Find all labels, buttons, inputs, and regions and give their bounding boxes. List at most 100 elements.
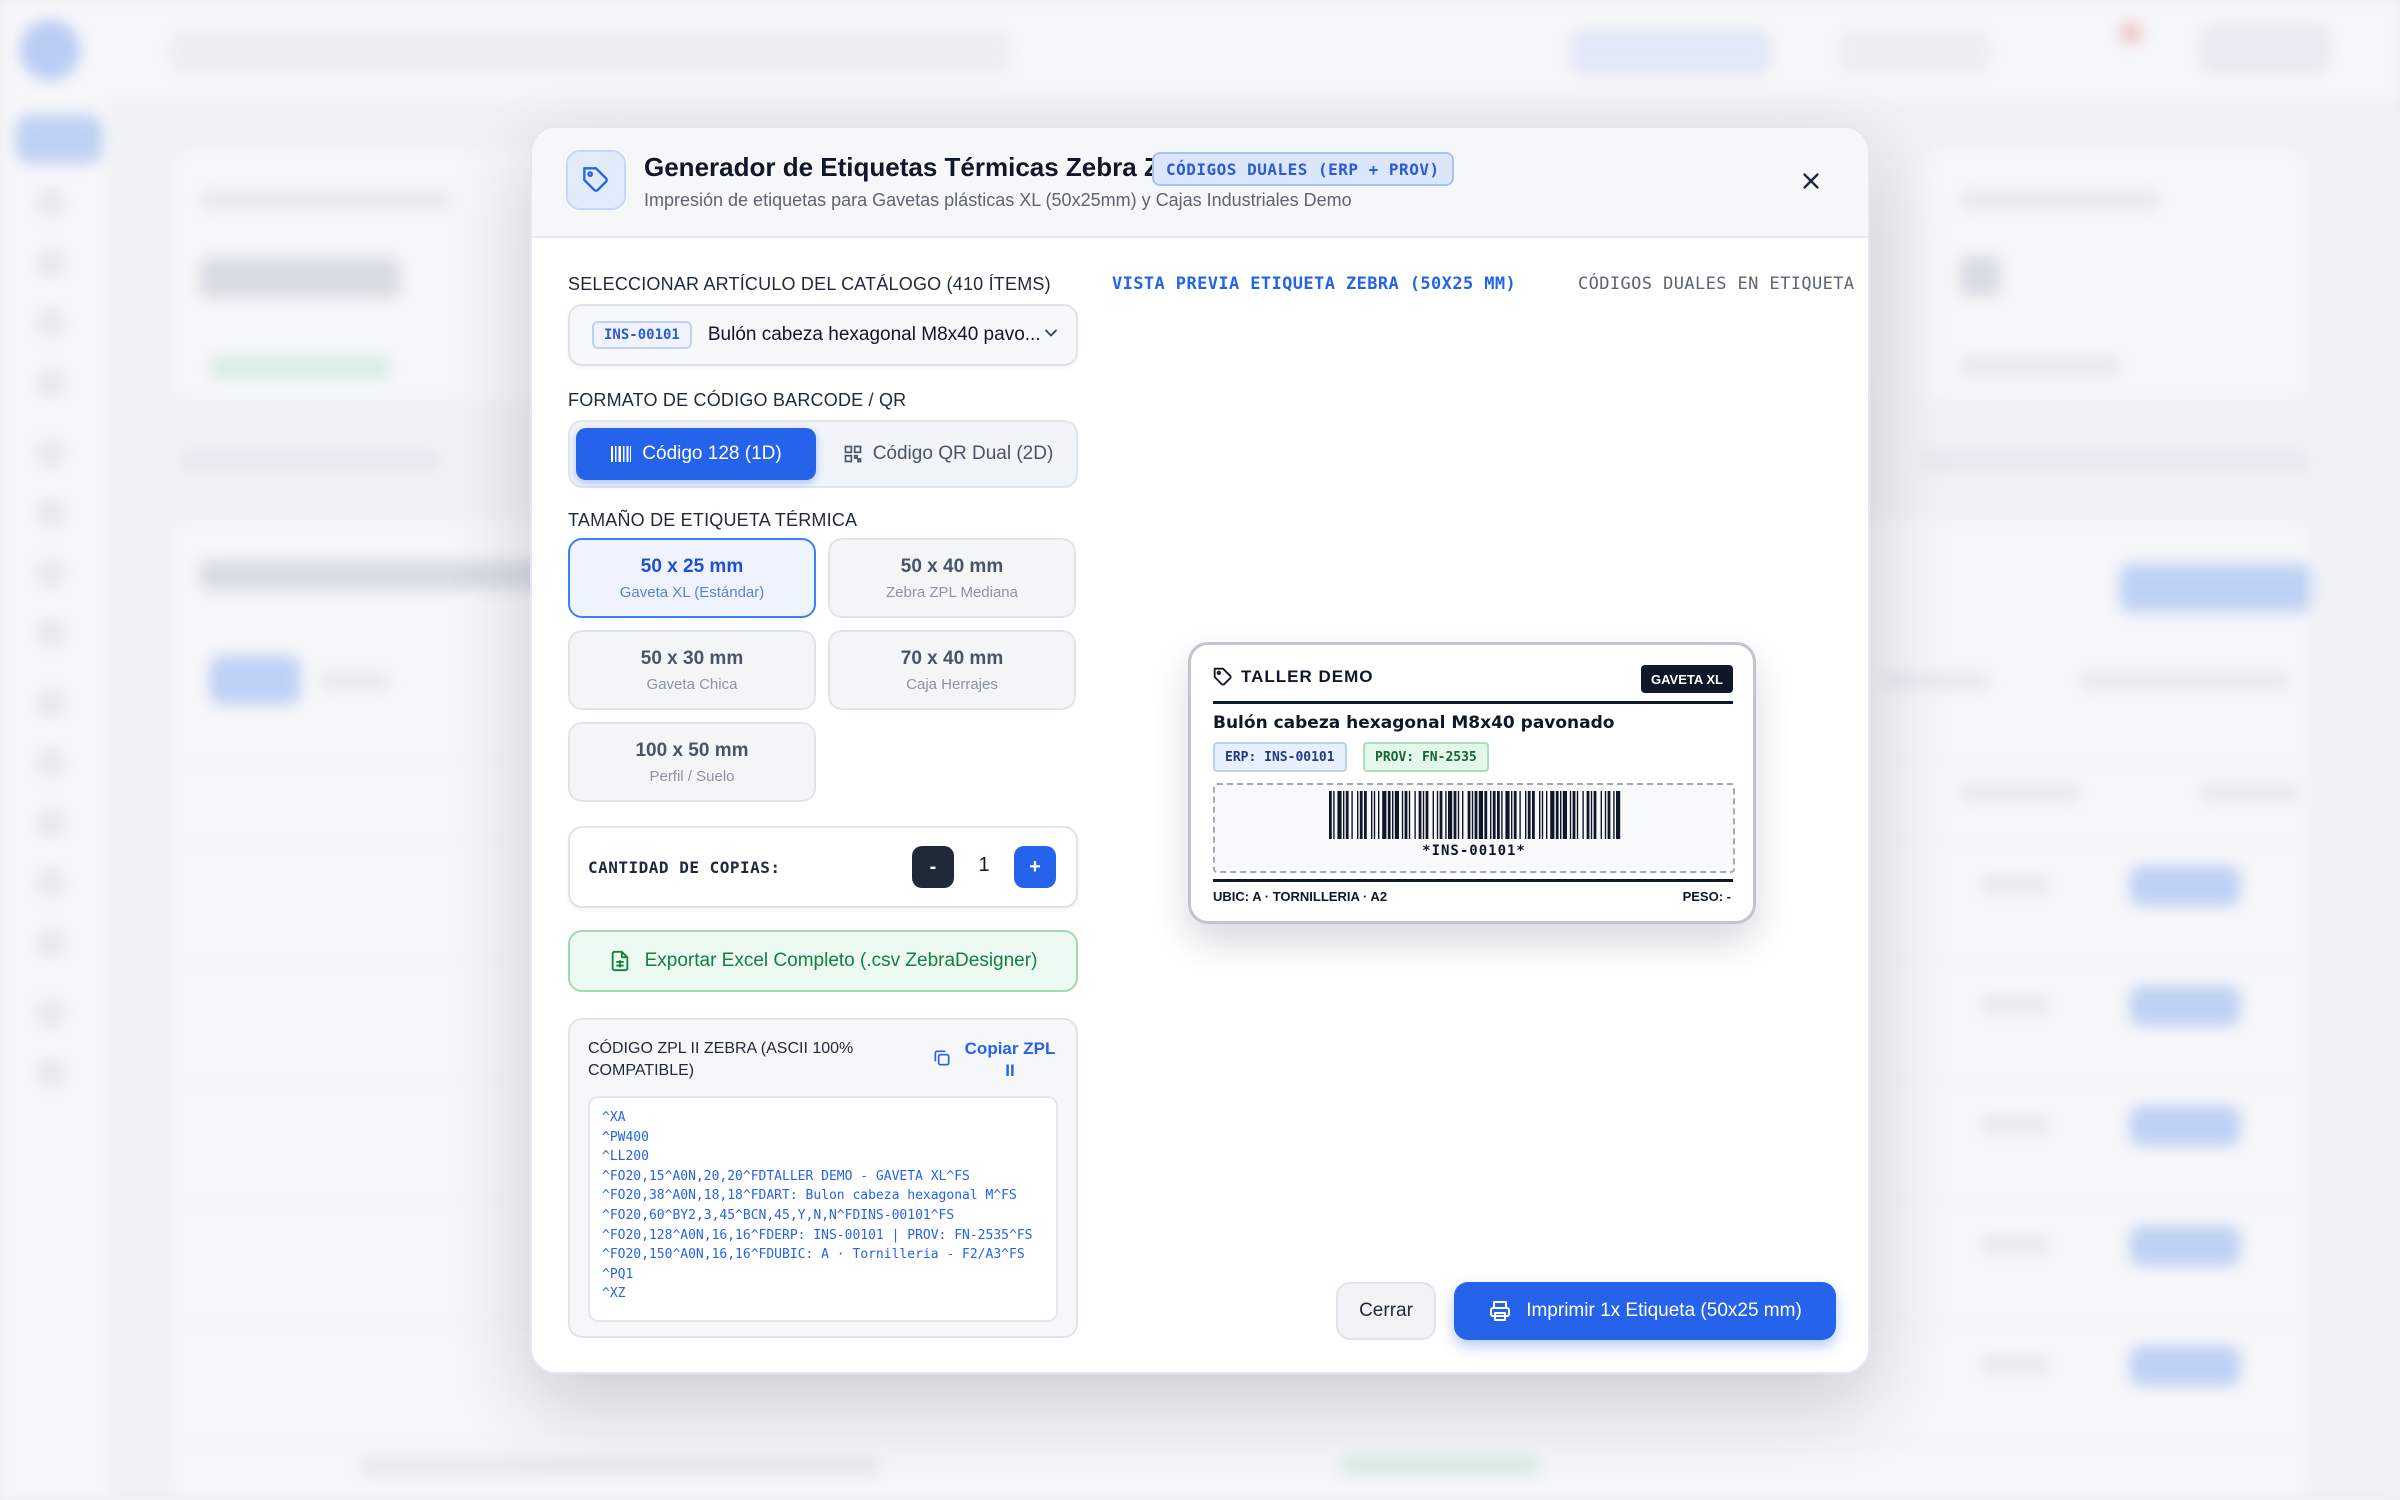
barcode-bar (1418, 791, 1422, 839)
format-option-label: Código QR Dual (2D) (872, 443, 1054, 464)
size-option-100x50[interactable]: 100 x 50 mm Perfil / Suelo (568, 722, 816, 802)
decrement-button[interactable]: - (912, 846, 954, 888)
label-divider (1213, 879, 1733, 882)
modal-title: Generador de Etiquetas Térmicas Zebra ZP… (644, 152, 1215, 182)
increment-button[interactable]: + (1014, 846, 1056, 888)
size-option-50x40[interactable]: 50 x 40 mm Zebra ZPL Mediana (828, 538, 1076, 618)
barcode-bar (1607, 791, 1611, 839)
format-option-code128[interactable]: Código 128 (1D) (576, 428, 816, 480)
barcode-bar (1364, 791, 1367, 839)
barcode-bar (1532, 791, 1535, 839)
zpl-line: ^PQ1 (602, 1266, 634, 1282)
export-label: Exportar Excel Completo (.csv ZebraDesig… (644, 950, 1038, 971)
barcode-bar (1513, 791, 1517, 839)
catalog-label: SELECCIONAR ARTÍCULO DEL CATÁLOGO (410 Í… (568, 274, 1051, 294)
label-barcode-area: *INS-00101* (1213, 783, 1735, 873)
print-button[interactable]: Imprimir 1x Etiqueta (50x25 mm) (1454, 1282, 1836, 1340)
barcode-bar (1572, 791, 1576, 839)
barcode-bar (1422, 791, 1425, 839)
size-option-sub: Gaveta XL (Estándar) (619, 583, 765, 601)
barcode-bar (1462, 791, 1464, 839)
barcode-bar (1337, 791, 1342, 839)
barcode-bar (1382, 791, 1387, 839)
barcode-bar (1357, 791, 1359, 839)
size-option-main: 70 x 40 mm (900, 647, 1004, 669)
zpl-code-textarea[interactable]: ^XA ^PW400 ^LL200 ^FO20,15^A0N,20,20^FDT… (588, 1096, 1058, 1322)
barcode-bar (1519, 791, 1521, 839)
barcode-bar (1359, 791, 1363, 839)
selected-item-name: Bulón cabeza hexagonal M8x40 pavo... (707, 324, 1041, 345)
zpl-line: ^FO20,38^A0N,18,18^FDART: Bulon cabeza h… (602, 1188, 1017, 1204)
barcode-bar (1546, 791, 1548, 839)
barcode-bar (1560, 791, 1562, 839)
barcode-bar (1539, 791, 1541, 839)
barcode-bar (1616, 791, 1621, 839)
barcode-bar (1436, 791, 1439, 839)
size-option-main: 50 x 25 mm (640, 555, 744, 577)
zpl-code-panel: CÓDIGO ZPL II ZEBRA (ASCII 100% COMPATIB… (568, 1018, 1078, 1338)
barcode-bar (1445, 791, 1447, 839)
format-option-qr[interactable]: Código QR Dual (2D) (826, 428, 1070, 480)
label-weight: PESO: - (1682, 889, 1731, 904)
barcode-bar (1478, 791, 1483, 839)
barcode-bar (1329, 791, 1332, 839)
barcode-bar (1474, 791, 1478, 839)
qr-code-icon (843, 444, 863, 464)
barcode-bar (1351, 791, 1353, 839)
zpl-line: ^XZ (602, 1286, 626, 1302)
barcode-bar (1343, 791, 1345, 839)
zpl-line: ^FO20,60^BY2,3,45^BCN,45,Y,N,N^FDINS-001… (602, 1207, 955, 1223)
tag-icon (566, 150, 626, 210)
copies-stepper: CANTIDAD DE COPIAS: - 1 + (568, 826, 1078, 908)
barcode-bar (1453, 791, 1457, 839)
format-toggle: Código 128 (1D) Código QR Dual (2D) (568, 420, 1078, 488)
barcode-bar (1432, 791, 1434, 839)
barcode-bar (1333, 791, 1335, 839)
spreadsheet-icon (609, 950, 631, 972)
barcode-bar (1387, 791, 1391, 839)
size-option-70x40[interactable]: 70 x 40 mm Caja Herrajes (828, 630, 1076, 710)
format-label: FORMATO DE CÓDIGO BARCODE / QR (568, 390, 907, 410)
barcode-bar (1569, 791, 1572, 839)
size-option-main: 50 x 30 mm (640, 647, 744, 669)
label-brand: TALLER DEMO (1213, 667, 1374, 687)
barcode-bar (1541, 791, 1544, 839)
tag-icon (1213, 667, 1233, 687)
barcode-bar (1439, 791, 1443, 839)
copy-icon (932, 1048, 952, 1068)
barcode-bar (1371, 791, 1373, 839)
barcode-bar (1501, 791, 1503, 839)
barcode-bar (1448, 791, 1453, 839)
zpl-line: ^LL200 (602, 1149, 649, 1165)
barcode-bar (1471, 791, 1474, 839)
size-option-main: 100 x 50 mm (635, 739, 749, 761)
barcode-bar (1562, 791, 1567, 839)
copy-zpl-button[interactable]: Copiar ZPL II (932, 1038, 1056, 1082)
dual-codes-badge: CÓDIGOS DUALES (ERP + PROV) (1152, 152, 1454, 186)
barcode-bar (1484, 791, 1488, 839)
size-option-sub: Perfil / Suelo (649, 767, 735, 785)
barcode-bar (1345, 791, 1349, 839)
barcode-bar (1490, 791, 1492, 839)
preview-dual-label: CÓDIGOS DUALES EN ETIQUETA (1578, 274, 1855, 294)
copies-label: CANTIDAD DE COPIAS: (588, 858, 781, 877)
barcode-bar (1600, 791, 1602, 839)
barcode-bar (1492, 791, 1496, 839)
barcode-bar (1404, 791, 1408, 839)
barcode-bar (1414, 791, 1416, 839)
size-option-50x25[interactable]: 50 x 25 mm Gaveta XL (Estándar) (568, 538, 816, 618)
export-excel-button[interactable]: Exportar Excel Completo (.csv ZebraDesig… (568, 930, 1078, 992)
barcode-bar (1497, 791, 1500, 839)
barcode-bar (1505, 791, 1510, 839)
catalog-select[interactable]: INS-00101 Bulón cabeza hexagonal M8x40 p… (568, 304, 1078, 366)
barcode-bar (1586, 791, 1590, 839)
barcode-bar (1582, 791, 1584, 839)
barcode-bar (1613, 791, 1615, 839)
label-divider (1213, 701, 1733, 704)
barcode-bar (1467, 791, 1471, 839)
barcode-bar (1525, 791, 1527, 839)
size-option-50x30[interactable]: 50 x 30 mm Gaveta Chica (568, 630, 816, 710)
close-button[interactable]: Cerrar (1336, 1282, 1436, 1340)
close-icon[interactable] (1794, 164, 1828, 198)
barcode-bar (1511, 791, 1513, 839)
